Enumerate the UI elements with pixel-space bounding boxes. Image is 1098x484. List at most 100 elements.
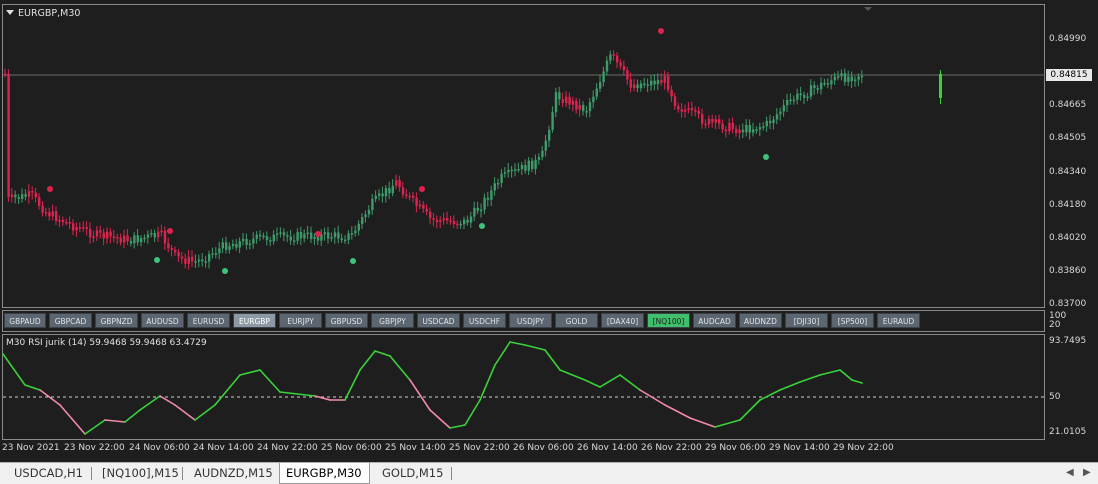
symbol-button-audcad[interactable]: AUDCAD: [693, 313, 736, 328]
sell-signal-dot: [167, 228, 173, 234]
price-candle: [245, 238, 248, 245]
price-candle: [578, 104, 581, 110]
rsi-curve-segment: [524, 344, 546, 351]
price-candle: [769, 120, 772, 124]
price-candle: [524, 164, 527, 171]
price-candle: [313, 236, 316, 239]
symbol-button-audnzd[interactable]: AUDNZD: [739, 313, 782, 328]
time-tick: 23 Nov 2021: [2, 443, 60, 453]
price-candle: [150, 232, 153, 235]
rsi-curve-segment: [689, 417, 716, 428]
price-candle: [116, 237, 119, 239]
price-candle: [425, 208, 428, 212]
price-candle: [514, 169, 517, 171]
price-candle: [204, 261, 207, 263]
price-candle: [85, 227, 88, 229]
price-candle: [228, 246, 231, 250]
symbol-button-gold[interactable]: GOLD: [555, 313, 598, 328]
rsi-curve-segment: [174, 404, 196, 421]
symbol-button-dji30[interactable]: [DJI30]: [785, 313, 828, 328]
price-candle: [265, 236, 269, 241]
price-candle: [697, 110, 700, 115]
rsi-curve-segment: [214, 374, 241, 406]
price-candle: [588, 102, 592, 112]
dropdown-triangle-icon[interactable]: [6, 10, 14, 15]
price-candle: [599, 82, 602, 89]
symbol-button-dax40[interactable]: [DAX40]: [601, 313, 644, 328]
symbol-button-gbpnzd[interactable]: GBPNZD: [95, 313, 138, 328]
rsi-curve-segment: [759, 389, 781, 401]
symbol-button-euraud[interactable]: EURAUD: [877, 313, 920, 328]
price-candle: [803, 94, 806, 98]
symbol-button-nq100[interactable]: [NQ100]: [647, 313, 690, 328]
symbol-button-eurusd[interactable]: EURUSD: [187, 313, 230, 328]
price-candle: [95, 230, 99, 237]
price-candle: [843, 73, 847, 83]
symbol-button-usdjpy[interactable]: USDJPY: [509, 313, 552, 328]
sell-signal-dot: [315, 231, 321, 237]
price-candle: [507, 169, 510, 173]
price-candle: [412, 195, 415, 198]
price-candle: [75, 227, 78, 231]
symbol-button-usdcad[interactable]: USDCAD: [417, 313, 460, 328]
scroll-left-icon[interactable]: ◀: [1066, 467, 1074, 478]
price-candle: [796, 93, 799, 100]
chart-tabs: USDCAD,H1 [NQ100],M15 AUDNZD,M15 EURGBP,…: [0, 462, 1098, 484]
price-candle: [214, 253, 218, 255]
buy-signal-dot: [479, 223, 485, 229]
price-candle: [534, 159, 537, 170]
symbol-button-gbpjpy[interactable]: GBPJPY: [371, 313, 414, 328]
tab-nq100-m15[interactable]: [NQ100],M15: [96, 463, 185, 484]
symbol-button-sp500[interactable]: [SP500]: [831, 313, 874, 328]
rsi-curve-segment: [84, 419, 106, 435]
price-candle: [10, 194, 14, 197]
price-candle: [225, 242, 228, 250]
price-candle: [605, 60, 609, 72]
price-candle: [242, 238, 245, 242]
scroll-right-icon[interactable]: ▶: [1083, 467, 1091, 478]
price-candle: [109, 231, 112, 237]
price-candle: [826, 83, 830, 85]
symbol-button-eurgbp[interactable]: EURGBP: [233, 313, 276, 328]
price-candle: [585, 111, 588, 113]
price-candle: [44, 212, 48, 214]
price-candle: [731, 122, 734, 129]
price-candle: [422, 204, 425, 209]
price-candle: [38, 197, 41, 206]
price-candle: [282, 232, 286, 236]
price-candle: [813, 85, 816, 89]
rsi-curve-segment: [799, 374, 821, 383]
price-candle: [140, 238, 143, 243]
price-candle: [724, 129, 728, 132]
price-candle: [51, 211, 54, 217]
price-candle: [374, 195, 377, 199]
rsi-tick: 21.0105: [1049, 427, 1087, 437]
symbol-button-usdchf[interactable]: USDCHF: [463, 313, 506, 328]
price-candle: [187, 256, 190, 264]
chart-window: EURGBP,M30 0.84815 M30 RSI jurik (14) 59…: [0, 0, 1098, 462]
price-candle: [792, 99, 796, 102]
price-candle: [289, 236, 292, 241]
symbol-button-gbpaud[interactable]: GBPAUD: [4, 313, 46, 328]
sell-signal-dot: [419, 186, 425, 192]
symbol-button-audusd[interactable]: AUDUSD: [141, 313, 184, 328]
price-candle: [429, 211, 432, 219]
tab-usdcad-h1[interactable]: USDCAD,H1: [8, 463, 89, 484]
rsi-curve-segment: [584, 379, 601, 388]
symbol-button-eurjpy[interactable]: EURJPY: [279, 313, 322, 328]
symbol-button-gbpcad[interactable]: GBPCAD: [49, 313, 92, 328]
time-tick: 26 Nov 22:00: [641, 443, 702, 453]
rsi-curve-segment: [449, 424, 466, 429]
shift-marker-icon: [864, 7, 872, 11]
price-candle: [633, 84, 636, 88]
tab-gold-m15[interactable]: GOLD,M15: [376, 463, 449, 484]
price-candle: [262, 235, 265, 238]
tab-audnzd-m15[interactable]: AUDNZD,M15: [188, 463, 279, 484]
chart-title[interactable]: EURGBP,M30: [6, 8, 80, 19]
price-candle: [194, 261, 197, 263]
price-candle: [459, 223, 462, 226]
tab-eurgbp-m30[interactable]: EURGBP,M30: [279, 463, 370, 484]
symbol-button-gbpusd[interactable]: GBPUSD: [325, 313, 368, 328]
tab-separator: [451, 467, 452, 480]
price-candle: [4, 73, 7, 76]
